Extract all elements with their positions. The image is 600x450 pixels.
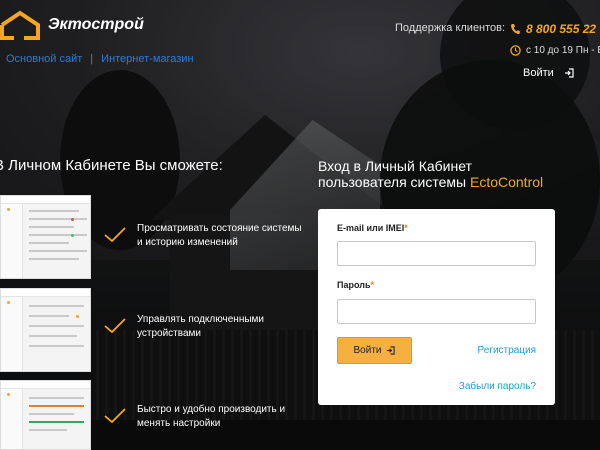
feature-item: Управлять подключенными устройствами (104, 314, 264, 339)
screenshot-thumbnail-settings (0, 380, 91, 450)
phone-row[interactable]: 8 800 555 22 63 (510, 22, 600, 36)
login-button[interactable]: Войти (337, 337, 412, 364)
register-link[interactable]: Регистрация (478, 345, 536, 356)
clock-icon (510, 45, 521, 56)
login-title-brand: EctoControl (469, 174, 544, 190)
feature-item: Просматривать состояние системы и истори… (104, 223, 302, 248)
feature-text: Управлять подключенными устройствами (137, 314, 265, 339)
sign-in-icon (564, 68, 574, 78)
house-outline-icon (0, 10, 40, 40)
feature-item: Быстро и удобно производить и менять нас… (104, 404, 285, 429)
email-label: E-mail или IMEI* (337, 223, 408, 233)
support-phone: 8 800 555 22 63 (526, 22, 600, 36)
header-login-link[interactable]: Войти (523, 67, 574, 79)
screenshot-thumbnail-devices (0, 288, 91, 372)
top-nav: Основной сайт | Интернет-магазин (6, 53, 194, 65)
phone-icon (511, 24, 520, 34)
support-label: Поддержка клиентов: (395, 22, 506, 34)
login-title-line1: Вход в Личный Кабинет (318, 158, 472, 174)
login-title: Вход в Личный Кабинет пользователя систе… (318, 158, 543, 190)
sign-in-icon (387, 346, 396, 355)
login-button-label: Войти (353, 345, 382, 356)
logo[interactable]: Эктострой (0, 10, 144, 40)
header-login-label: Войти (523, 67, 554, 79)
hours-row: с 10 до 19 Пн - Вс (510, 45, 600, 56)
login-form: E-mail или IMEI* Пароль* Войти Регистрац… (318, 209, 555, 405)
nav-link-main-site[interactable]: Основной сайт (6, 53, 82, 65)
password-label: Пароль* (337, 280, 375, 290)
email-field[interactable] (337, 241, 536, 266)
check-icon (104, 408, 126, 424)
password-field[interactable] (337, 299, 536, 324)
forgot-password-link[interactable]: Забыли пароль? (459, 381, 536, 392)
login-title-line2: пользователя системы EctoControl (318, 174, 543, 190)
check-icon (104, 318, 126, 334)
screenshot-thumbnail-status (0, 195, 91, 279)
login-title-prefix: пользователя системы (318, 174, 470, 190)
check-icon (104, 227, 126, 243)
support-hours: с 10 до 19 Пн - Вс (526, 45, 600, 56)
brand-name: Эктострой (48, 16, 144, 33)
feature-text: Быстро и удобно производить и менять нас… (137, 404, 286, 429)
nav-link-shop[interactable]: Интернет-магазин (101, 53, 193, 65)
nav-separator: | (90, 53, 94, 65)
feature-text: Просматривать состояние системы и истори… (137, 223, 302, 248)
features-title: В Личном Кабинете Вы сможете: (0, 157, 223, 174)
